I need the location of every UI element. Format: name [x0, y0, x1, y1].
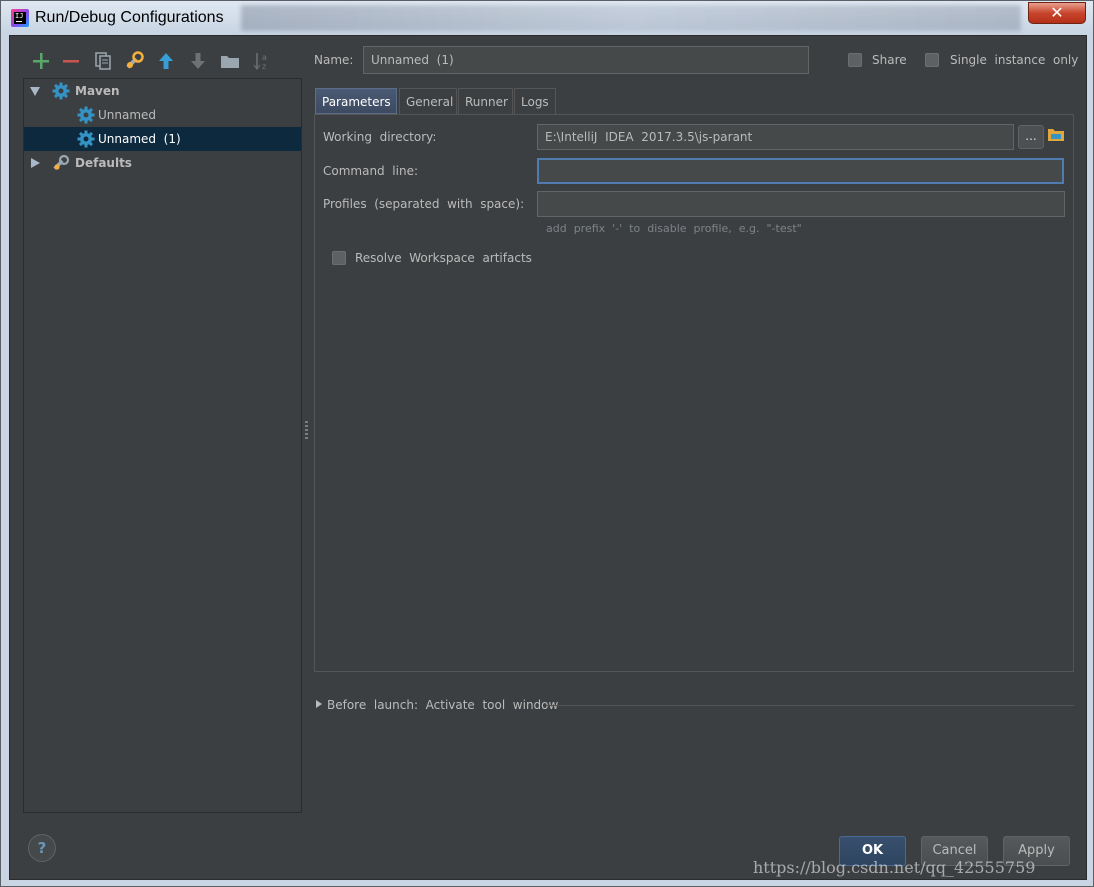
- arrow-down-icon[interactable]: [187, 50, 209, 72]
- maven-gear-icon: [52, 82, 70, 100]
- expand-arrow-icon[interactable]: [316, 700, 322, 708]
- wrench-icon: [53, 154, 70, 170]
- add-icon[interactable]: [30, 50, 52, 72]
- name-input[interactable]: Unnamed (1): [363, 46, 809, 74]
- expand-arrow-icon[interactable]: [31, 158, 40, 168]
- command-line-label: Command line:: [323, 164, 419, 178]
- command-line-input[interactable]: [537, 158, 1064, 184]
- working-directory-input[interactable]: E:\IntelliJ IDEA 2017.3.5\js-parant: [537, 124, 1014, 150]
- config-tree: Maven Unnamed Unnamed (1) Defaults: [23, 78, 302, 813]
- expand-arrow-icon[interactable]: [30, 87, 40, 96]
- sort-icon[interactable]: az: [251, 50, 273, 72]
- profiles-hint: add prefix '-' to disable profile, e.g. …: [546, 222, 802, 235]
- watermark-text: https://blog.csdn.net/qq_42555759: [753, 858, 1036, 877]
- wrench-icon[interactable]: [123, 50, 145, 72]
- tree-label-maven: Maven: [75, 84, 120, 98]
- single-instance-checkbox[interactable]: [925, 53, 939, 67]
- tree-item-label: Unnamed (1): [98, 132, 181, 146]
- share-label: Share: [872, 53, 907, 67]
- splitter-handle[interactable]: [305, 421, 308, 439]
- single-instance-label: Single instance only: [950, 53, 1079, 67]
- resolve-workspace-checkbox[interactable]: [332, 251, 346, 265]
- tree-item-unnamed-1[interactable]: Unnamed (1): [24, 127, 301, 151]
- arrow-up-icon[interactable]: [155, 50, 177, 72]
- copy-icon[interactable]: [92, 50, 114, 72]
- background-taskbar-blur: [241, 5, 1021, 31]
- working-directory-label: Working directory:: [323, 130, 437, 144]
- browse-button[interactable]: ...: [1018, 125, 1044, 149]
- window-title: Run/Debug Configurations: [35, 9, 224, 26]
- svg-text:a: a: [262, 53, 267, 62]
- tab-runner[interactable]: Runner: [458, 88, 513, 114]
- title-bar: IJ Run/Debug Configurations ✕: [1, 1, 1093, 35]
- share-checkbox[interactable]: [848, 53, 862, 67]
- parameters-panel: Working directory: E:\IntelliJ IDEA 2017…: [314, 114, 1074, 672]
- svg-text:z: z: [262, 62, 266, 71]
- divider: [546, 705, 1074, 706]
- tab-parameters[interactable]: Parameters: [315, 88, 397, 114]
- profiles-label: Profiles (separated with space):: [323, 197, 525, 211]
- tree-node-defaults[interactable]: Defaults: [24, 151, 301, 175]
- maven-gear-icon: [77, 106, 95, 124]
- tree-label-defaults: Defaults: [75, 156, 132, 170]
- tab-logs[interactable]: Logs: [514, 88, 556, 114]
- tree-node-maven[interactable]: Maven: [24, 79, 301, 103]
- folder-macro-icon[interactable]: [1047, 126, 1065, 142]
- window-close-button[interactable]: ✕: [1028, 2, 1086, 24]
- dialog-body: az Maven Unnamed Unnamed (1) Defaults Na…: [9, 35, 1087, 880]
- remove-icon[interactable]: [60, 50, 82, 72]
- folder-icon[interactable]: [219, 50, 241, 72]
- intellij-icon: IJ: [11, 9, 29, 27]
- maven-gear-icon: [77, 130, 95, 148]
- profiles-input[interactable]: [537, 191, 1065, 217]
- tree-item-unnamed[interactable]: Unnamed: [24, 103, 301, 127]
- help-button[interactable]: ?: [28, 834, 56, 862]
- tree-item-label: Unnamed: [98, 108, 157, 122]
- resolve-workspace-label: Resolve Workspace artifacts: [355, 251, 532, 265]
- before-launch-label: Before launch: Activate tool window: [327, 698, 559, 712]
- tab-general[interactable]: General: [399, 88, 457, 114]
- run-debug-window: IJ Run/Debug Configurations ✕ a z Maven …: [0, 0, 1094, 887]
- before-launch-section[interactable]: Before launch: Activate tool window: [314, 696, 1074, 714]
- name-label: Name:: [314, 53, 354, 67]
